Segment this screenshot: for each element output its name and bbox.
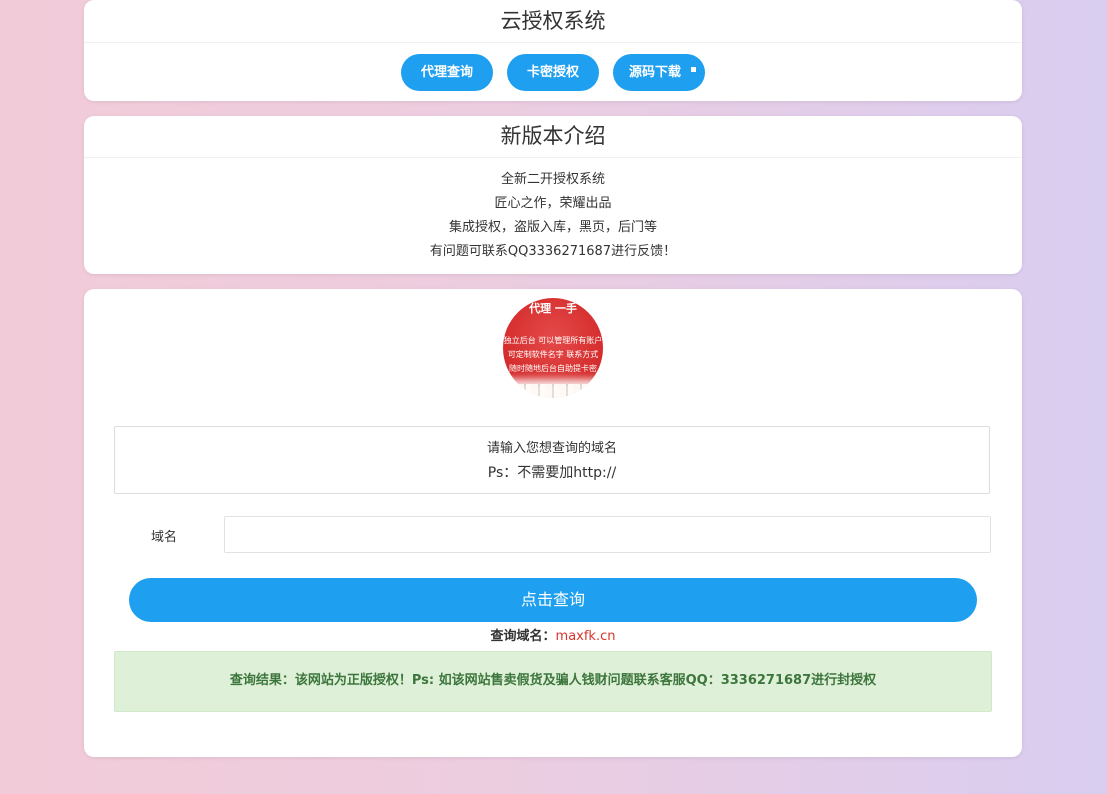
domain-label: 域名	[151, 530, 178, 545]
intro-line: 集成授权，盗版入库，黑页，后门等	[448, 220, 657, 235]
avatar-text: 随时随地后台自助提卡密	[509, 364, 597, 373]
query-result-alert: 查询结果：该网站为正版授权！Ps: 如该网站售卖假货及骗人钱财问题联系客服QQ：…	[114, 651, 992, 712]
source-download-button[interactable]: 源码下载	[613, 54, 705, 91]
avatar-text: 独立后台 可以管理所有账户	[503, 336, 603, 345]
auth-system-card: 云授权系统 代理查询 卡密授权 源码下载	[84, 0, 1022, 101]
blurred-overlay	[424, 379, 704, 415]
query-tip-box: 请输入您想查询的域名 Ps：不需要加http://	[114, 426, 990, 494]
domain-input[interactable]	[224, 516, 991, 553]
card-key-auth-button[interactable]: 卡密授权	[507, 54, 599, 91]
auth-system-title: 云授权系统	[84, 0, 1022, 43]
domain-query-card: 代理 一手 独立后台 可以管理所有账户 可定制软件名字 联系方式 随时随地后台自…	[84, 289, 1022, 757]
nav-button-row: 代理查询 卡密授权 源码下载	[84, 54, 1022, 91]
intro-line: 全新二开授权系统	[500, 172, 605, 187]
new-version-title: 新版本介绍	[84, 116, 1022, 158]
queried-domain: 查询域名：maxfk.cn	[84, 625, 1022, 644]
square-icon	[691, 67, 696, 72]
new-version-card: 新版本介绍 全新二开授权系统 匠心之作，荣耀出品 集成授权，盗版入库，黑页，后门…	[84, 116, 1022, 274]
intro-text: 全新二开授权系统 匠心之作，荣耀出品 集成授权，盗版入库，黑页，后门等 有问题可…	[84, 158, 1022, 264]
tip-line: Ps：不需要加http://	[487, 465, 617, 481]
tip-line: 请输入您想查询的域名	[486, 441, 617, 456]
agent-query-button[interactable]: 代理查询	[401, 54, 493, 91]
intro-line: 有问题可联系QQ3336271687进行反馈！	[429, 244, 677, 259]
queried-domain-value: maxfk.cn	[555, 629, 616, 644]
queried-domain-label: 查询域名：	[490, 629, 556, 644]
avatar-text: 代理 一手	[529, 302, 577, 315]
intro-line: 匠心之作，荣耀出品	[494, 196, 612, 211]
query-button[interactable]: 点击查询	[129, 578, 977, 622]
source-download-label: 源码下载	[628, 65, 681, 80]
avatar-text: 可定制软件名字 联系方式	[507, 350, 599, 359]
